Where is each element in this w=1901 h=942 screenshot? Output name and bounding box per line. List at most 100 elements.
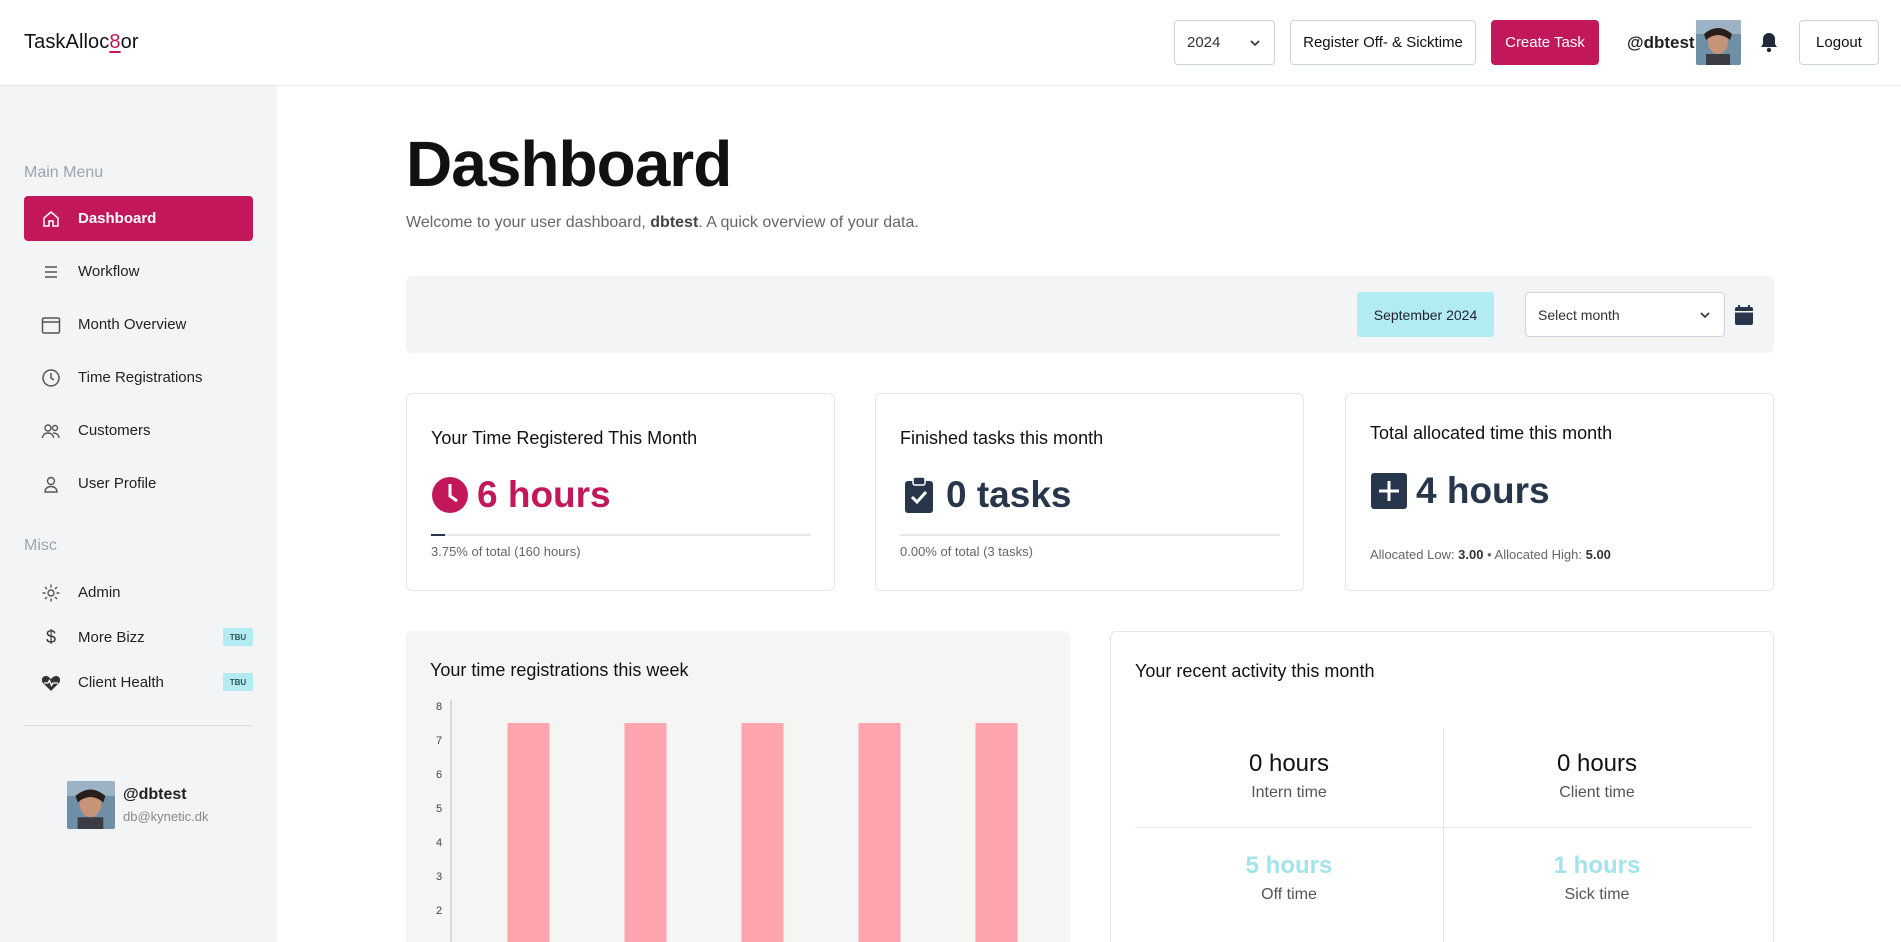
stat-label: Off time [1261,886,1317,903]
current-month-chip: September 2024 [1357,292,1494,337]
week-bar-chart: 8 7 6 5 4 3 2 [436,700,1018,942]
sick-time-stat: 1 hours Sick time [1443,852,1751,904]
avatar[interactable] [67,781,115,829]
card-title: Finished tasks this month [900,428,1104,448]
home-icon [40,208,62,230]
sidebar-item-label: Admin [78,584,121,601]
sidebar-item-user-profile[interactable]: User Profile [24,461,253,506]
chart-bar [975,723,1018,942]
top-bar: TaskAlloc8or 2024 Register Off- & Sickti… [0,0,1901,86]
sidebar: Main Menu Dashboard Workflow Month Overv… [0,86,277,942]
progress-fill [431,534,446,536]
y-tick-label: 7 [436,735,442,747]
chevron-down-icon [1700,311,1710,318]
year-select[interactable]: 2024 [1174,20,1275,65]
sidebar-item-more-bizz[interactable]: $ More Bizz TBU [24,615,253,660]
value-text: 6 hours [477,474,611,515]
stat-value: 5 hours [1245,852,1333,879]
app-logo[interactable]: TaskAlloc8or [24,31,139,54]
stat-value: 0 hours [1556,750,1638,777]
subtitle-text: Welcome to your user dashboard, [406,214,651,231]
allocated-low-label: Allocated Low: [1370,547,1459,562]
card-title: Your Time Registered This Month [431,428,698,448]
page-subtitle: Welcome to your user dashboard, dbtest. … [406,214,919,232]
logout-button[interactable]: Logout [1799,20,1879,65]
page-title: Dashboard [406,128,732,200]
username-label: @dbtest [1627,33,1695,52]
calendar-icon[interactable] [1734,304,1754,326]
sidebar-item-label: Dashboard [78,210,157,227]
user-icon [40,473,62,495]
chart-bar [741,723,784,942]
value-text: 0 tasks [946,474,1072,515]
stat-value: 0 hours [1248,750,1330,777]
list-icon [40,261,62,283]
profile-handle: @dbtest [123,786,187,803]
tbu-badge: TBU [223,673,253,691]
stat-label: Client time [1559,784,1635,801]
off-time-stat: 5 hours Off time [1135,852,1443,904]
y-tick-label: 6 [436,769,442,781]
users-icon [40,420,62,442]
chevron-down-icon [1250,39,1260,46]
intern-time-stat: 0 hours Intern time [1135,750,1443,802]
time-registered-value: 6 hours [431,474,611,516]
logo-accent: 8 [109,31,121,53]
sidebar-item-dashboard[interactable]: Dashboard [24,196,253,241]
allocated-time-value: 4 hours [1370,470,1550,512]
month-select[interactable]: Select month [1525,292,1725,337]
plus-square-icon [1370,472,1408,510]
tbu-badge: TBU [223,628,253,646]
sidebar-item-label: Customers [78,422,151,439]
month-filter-bar: September 2024 Select month [406,276,1774,353]
y-tick-label: 3 [436,871,442,883]
logo-text: TaskAlloc [24,31,110,53]
allocated-high-label: Allocated High: [1494,547,1586,562]
subtitle-username: dbtest [650,214,699,231]
stat-label: Sick time [1564,886,1630,903]
y-tick-label: 4 [436,837,442,849]
y-tick-label: 2 [436,905,442,917]
allocated-low-value: 3.00 [1458,547,1484,562]
stat-label: Intern time [1251,784,1327,801]
y-tick-label: 5 [436,803,442,815]
y-tick-label: 8 [436,701,442,713]
sidebar-item-workflow[interactable]: Workflow [24,249,253,294]
year-value: 2024 [1187,34,1221,51]
progress-bar [900,534,1280,536]
logo-text-end: or [120,31,139,53]
stat-value: 1 hours [1553,852,1641,879]
progress-bar [431,534,811,536]
clock-icon [431,476,469,514]
allocated-high-value: 5.00 [1585,547,1611,562]
sidebar-item-label: Month Overview [78,316,187,333]
sidebar-item-label: Client Health [78,674,164,691]
avatar[interactable] [1696,20,1741,65]
card-title: Total allocated time this month [1370,423,1613,443]
bell-icon[interactable] [1759,31,1779,53]
sidebar-item-customers[interactable]: Customers [24,408,253,453]
finished-tasks-card: Finished tasks this month 0 tasks 0.00% … [875,393,1304,591]
sidebar-item-month-overview[interactable]: Month Overview [24,302,253,347]
main-menu-label: Main Menu [24,164,104,181]
value-text: 4 hours [1416,470,1550,511]
time-registered-card: Your Time Registered This Month 6 hours … [406,393,835,591]
chart-bar [624,723,667,942]
profile-email: db@kynetic.dk [123,809,209,824]
subtitle-text-end: . A quick overview of your data. [698,214,919,231]
chart-bar [507,723,550,942]
separator-dot: • [1483,547,1495,562]
finished-tasks-value: 0 tasks [900,474,1072,516]
sidebar-item-client-health[interactable]: Client Health TBU [24,660,253,705]
clipboard-check-icon [900,476,938,514]
sidebar-item-label: Workflow [78,263,140,280]
misc-label: Misc [24,537,57,554]
panel-title: Your recent activity this month [1135,661,1375,681]
sidebar-item-admin[interactable]: Admin [24,570,253,615]
sidebar-item-time-registrations[interactable]: Time Registrations [24,355,253,400]
create-task-button[interactable]: Create Task [1491,20,1599,65]
gear-icon [40,582,62,604]
clock-icon [40,367,62,389]
register-offtime-button[interactable]: Register Off- & Sicktime [1290,20,1476,65]
card-footer: 0.00% of total (3 tasks) [900,544,1033,559]
